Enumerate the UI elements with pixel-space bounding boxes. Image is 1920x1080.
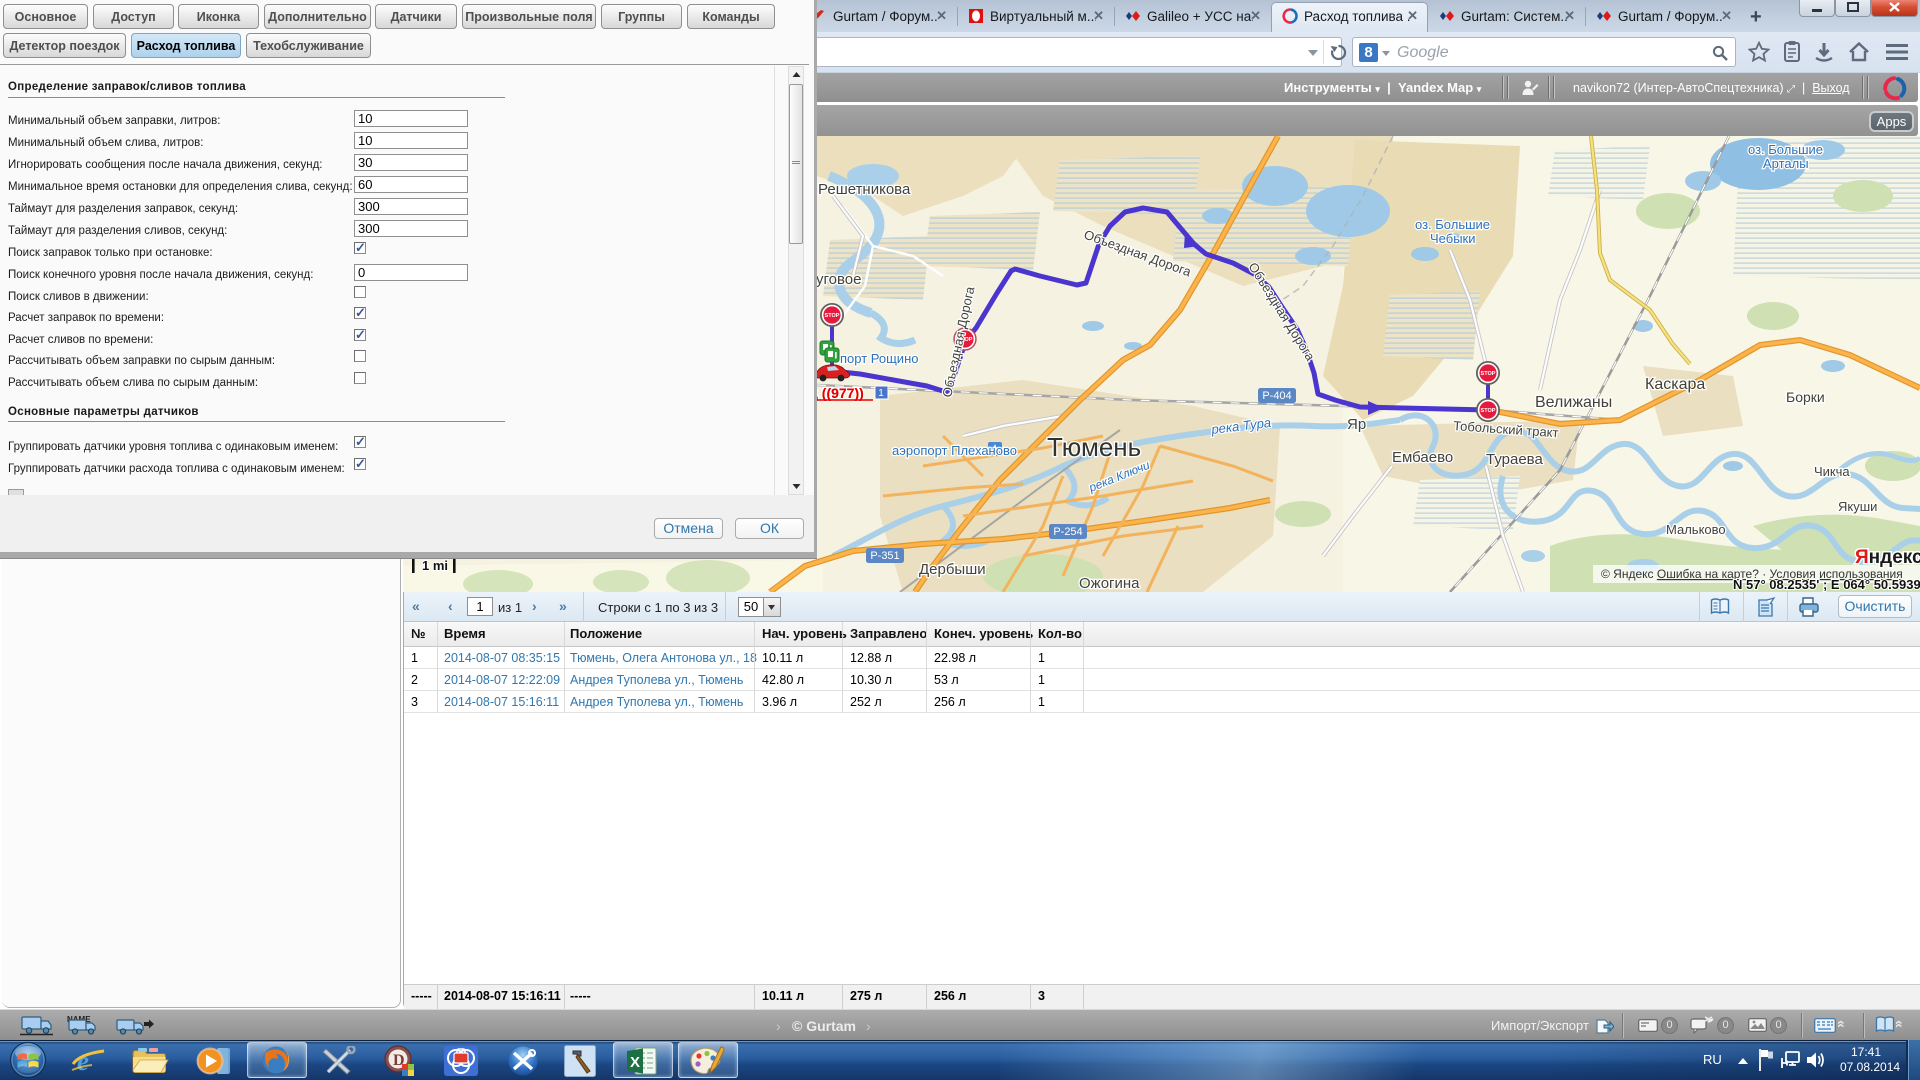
- svg-text:X: X: [630, 1054, 640, 1071]
- svg-text:аэропорт Плеханово: аэропорт Плеханово: [892, 443, 1017, 458]
- svg-text:Чикча: Чикча: [1814, 464, 1850, 479]
- svg-text:оз. Большие: оз. Большие: [1415, 217, 1490, 232]
- svg-text:N 57° 08.2535' ; E 064° 50.593: N 57° 08.2535' ; E 064° 50.5939': [1733, 577, 1920, 592]
- svg-text:Тураева: Тураева: [1486, 451, 1543, 468]
- svg-text:Арталы: Арталы: [1763, 156, 1809, 171]
- svg-text:Тюмень: Тюмень: [1047, 432, 1141, 462]
- svg-text:уговое: уговое: [816, 271, 861, 288]
- svg-text:Р-404: Р-404: [1262, 390, 1291, 402]
- svg-text:Мальково: Мальково: [1666, 522, 1726, 537]
- svg-text:Дербыши: Дербыши: [919, 561, 986, 578]
- svg-text:Чебыки: Чебыки: [1430, 231, 1476, 246]
- svg-text:Борки: Борки: [1786, 389, 1825, 405]
- svg-text:Ожогина: Ожогина: [1079, 575, 1140, 592]
- svg-text:Каскара: Каскара: [1645, 376, 1705, 393]
- svg-text:STOP: STOP: [825, 313, 840, 319]
- svg-text:STOP: STOP: [1481, 371, 1496, 377]
- svg-text:Велижаны: Велижаны: [1535, 394, 1612, 411]
- svg-text:1: 1: [878, 388, 884, 399]
- svg-text:Р-351: Р-351: [870, 550, 899, 562]
- svg-text:Р-254: Р-254: [1053, 526, 1082, 538]
- svg-text:e: e: [77, 1046, 89, 1076]
- svg-text:Яндекс: Яндекс: [1855, 547, 1920, 568]
- svg-text:Якуши: Якуши: [1838, 499, 1877, 514]
- svg-text:д ((977)): д ((977)): [809, 385, 864, 401]
- svg-text:1 mi: 1 mi: [422, 558, 448, 573]
- svg-text:Яр: Яр: [1347, 416, 1366, 433]
- svg-text:оз. Большие: оз. Большие: [1748, 142, 1823, 157]
- svg-text:Решетникова: Решетникова: [818, 181, 911, 198]
- svg-text:порт Рощино: порт Рощино: [840, 351, 918, 366]
- svg-text:Ембаево: Ембаево: [1392, 449, 1453, 466]
- svg-text:STOP: STOP: [1481, 408, 1496, 414]
